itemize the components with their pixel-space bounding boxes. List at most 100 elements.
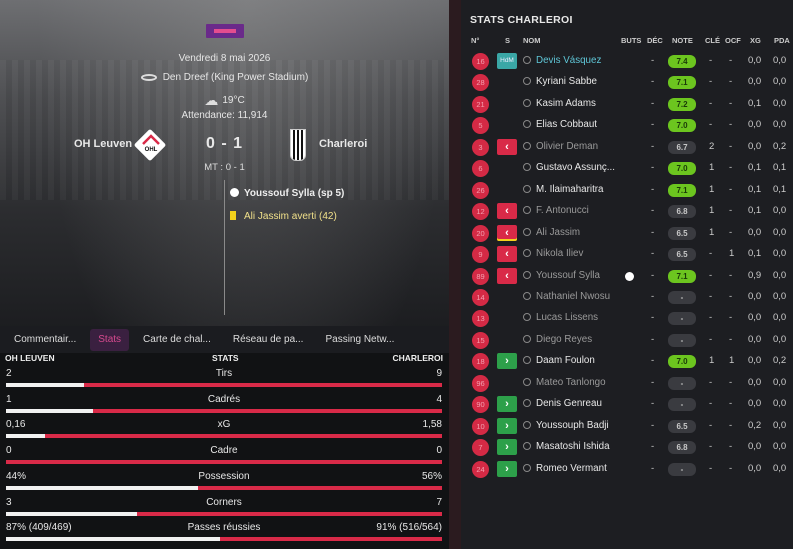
player-row[interactable]: 10 › Youssouph Badji - 6.5 - - 0,2 0,0 xyxy=(461,416,793,437)
player-row[interactable]: 7 › Masatoshi Ishida - 6.8 - - 0,0 0,0 xyxy=(461,437,793,458)
stat-xg: 0,1 xyxy=(748,97,762,109)
col-ocf[interactable]: OCF xyxy=(725,36,741,45)
yellow-card-icon xyxy=(230,211,236,220)
tab-passing-network[interactable]: Passing Netw... xyxy=(317,329,402,351)
stats-header: OH LEUVEN STATS CHARLEROI xyxy=(0,353,449,366)
player-name[interactable]: M. Ilaimaharitra xyxy=(523,184,604,195)
rating-badge: 7.1 xyxy=(668,269,696,283)
col-key[interactable]: CLÉ xyxy=(705,36,720,45)
col-goals[interactable]: BUTS xyxy=(621,36,641,45)
player-name[interactable]: Romeo Vermant xyxy=(523,463,607,474)
player-row[interactable]: 20 ‹ Ali Jassim - 6.5 1 - 0,0 0,0 xyxy=(461,223,793,244)
player-avatar-icon xyxy=(523,141,531,150)
player-name[interactable]: Elias Cobbaut xyxy=(523,119,597,130)
stat-ocf: - xyxy=(729,376,733,388)
cloud-sun-icon: ☁ xyxy=(204,92,219,108)
player-row[interactable]: 96 Mateo Tanlongo - - - - 0,0 0,0 xyxy=(461,373,793,394)
stat-ocf: - xyxy=(729,205,733,217)
player-name[interactable]: Masatoshi Ishida xyxy=(523,441,610,452)
player-row[interactable]: 14 Nathaniel Nwosu - - - - 0,0 0,0 xyxy=(461,287,793,308)
tab-stats[interactable]: Stats xyxy=(90,328,130,351)
stat-xg: 0,0 xyxy=(748,398,762,410)
stat-pda: 0,0 xyxy=(773,248,787,260)
stat-ocf: - xyxy=(729,441,733,453)
player-name[interactable]: Kasim Adams xyxy=(523,98,596,109)
player-avatar-icon xyxy=(523,184,531,193)
tab-pass-network[interactable]: Réseau de pa... xyxy=(225,329,312,351)
stat-dec: - xyxy=(651,333,655,345)
player-name[interactable]: Youssouph Badji xyxy=(523,420,609,431)
player-name[interactable]: Olivier Deman xyxy=(523,141,598,152)
player-row[interactable]: 6 Gustavo Assunç... - 7.0 1 - 0,1 0,1 xyxy=(461,158,793,179)
stat-dec: - xyxy=(651,183,655,195)
player-row[interactable]: 26 M. Ilaimaharitra - 7.1 1 - 0,1 0,1 xyxy=(461,180,793,201)
player-row[interactable]: 9 ‹ Nikola Iliev - 6.5 - 1 0,1 0,0 xyxy=(461,244,793,265)
player-name[interactable]: Mateo Tanlongo xyxy=(523,377,606,388)
col-number[interactable]: N° xyxy=(471,36,479,45)
stadium-name: Den Dreef (King Power Stadium) xyxy=(162,72,309,83)
player-name[interactable]: Nathaniel Nwosu xyxy=(523,291,610,302)
stat-pda: 0,0 xyxy=(773,312,787,324)
player-avatar-icon xyxy=(523,334,531,343)
player-name[interactable]: Ali Jassim xyxy=(523,227,580,238)
stat-ocf: - xyxy=(729,119,733,131)
player-row[interactable]: 16 HdM Devis Vásquez - 7.4 - - 0,0 0,0 xyxy=(461,51,793,72)
stat-bar-home xyxy=(6,383,85,387)
tab-commentary[interactable]: Commentair... xyxy=(6,329,84,351)
stat-pda: 0,0 xyxy=(773,462,787,474)
player-name[interactable]: Nikola Iliev xyxy=(523,248,583,259)
player-name[interactable]: Youssouf Sylla xyxy=(523,270,600,281)
rating-badge: 7.0 xyxy=(668,355,696,369)
stat-bar xyxy=(6,511,442,516)
player-avatar-icon xyxy=(523,77,531,86)
rating-badge: - xyxy=(668,312,696,326)
man-of-match-badge: HdM xyxy=(497,53,517,69)
player-row[interactable]: 15 Diego Reyes - - - - 0,0 0,0 xyxy=(461,330,793,351)
col-name[interactable]: NOM xyxy=(523,36,541,45)
col-dec[interactable]: DÉC xyxy=(647,36,663,45)
col-rating[interactable]: NOTE xyxy=(672,36,693,45)
sub-in-icon: › xyxy=(497,460,517,477)
player-number: 13 xyxy=(472,310,489,328)
player-name[interactable]: Lucas Lissens xyxy=(523,312,598,323)
tab-heatmap[interactable]: Carte de chal... xyxy=(135,329,219,351)
player-row[interactable]: 5 Elias Cobbaut - 7.0 - - 0,0 0,0 xyxy=(461,115,793,136)
player-row[interactable]: 18 › Daam Foulon - 7.0 1 1 0,0 0,2 xyxy=(461,351,793,372)
player-row[interactable]: 21 Kasim Adams - 7.2 - - 0,1 0,0 xyxy=(461,94,793,115)
stat-label: Possession xyxy=(198,470,250,482)
weather-line: ☁ 19°C xyxy=(0,92,449,109)
player-name[interactable]: Kyriani Sabbe xyxy=(523,76,597,87)
player-name[interactable]: Diego Reyes xyxy=(523,334,592,345)
stat-dec: - xyxy=(651,140,655,152)
player-row[interactable]: 28 Kyriani Sabbe - 7.1 - - 0,0 0,0 xyxy=(461,72,793,93)
col-xg[interactable]: XG xyxy=(750,36,761,45)
player-row[interactable]: 90 › Denis Genreau - - - - 0,0 0,0 xyxy=(461,394,793,415)
sub-out-icon: ‹ xyxy=(497,267,517,284)
player-name[interactable]: F. Antonucci xyxy=(523,205,589,216)
player-avatar-icon xyxy=(523,420,531,429)
player-name[interactable]: Gustavo Assunç... xyxy=(523,162,615,173)
stat-xg: 0,1 xyxy=(748,205,762,217)
away-team-crest[interactable] xyxy=(290,129,306,161)
stat-xg: 0,0 xyxy=(748,333,762,345)
away-team-name[interactable]: Charleroi xyxy=(319,138,367,150)
stat-key: 1 xyxy=(709,162,715,174)
rating-badge: 6.8 xyxy=(668,441,696,455)
col-sub[interactable]: S xyxy=(505,36,510,45)
player-row[interactable]: 89 ‹ Youssouf Sylla - 7.1 - - 0,9 0,0 xyxy=(461,266,793,287)
stat-pda: 0,0 xyxy=(773,119,787,131)
col-pda[interactable]: PDA xyxy=(774,36,790,45)
player-table-header: N° S NOM BUTS DÉC NOTE CLÉ OCF XG PDA xyxy=(461,36,793,48)
player-row[interactable]: 12 ‹ F. Antonucci - 6.8 1 - 0,1 0,0 xyxy=(461,201,793,222)
stat-key: - xyxy=(709,376,713,388)
rating-badge: 7.4 xyxy=(668,55,696,68)
player-row[interactable]: 13 Lucas Lissens - - - - 0,0 0,0 xyxy=(461,308,793,329)
player-row[interactable]: 24 › Romeo Vermant - - - - 0,0 0,0 xyxy=(461,459,793,480)
player-row[interactable]: 3 ‹ Olivier Deman - 6.7 2 - 0,0 0,2 xyxy=(461,137,793,158)
player-name[interactable]: Devis Vásquez xyxy=(523,55,601,66)
player-name[interactable]: Daam Foulon xyxy=(523,355,595,366)
stat-key: - xyxy=(709,269,713,281)
player-name[interactable]: Denis Genreau xyxy=(523,398,602,409)
stat-row: 2 Tirs 9 xyxy=(6,366,442,392)
sub-out-icon: ‹ xyxy=(497,224,517,241)
